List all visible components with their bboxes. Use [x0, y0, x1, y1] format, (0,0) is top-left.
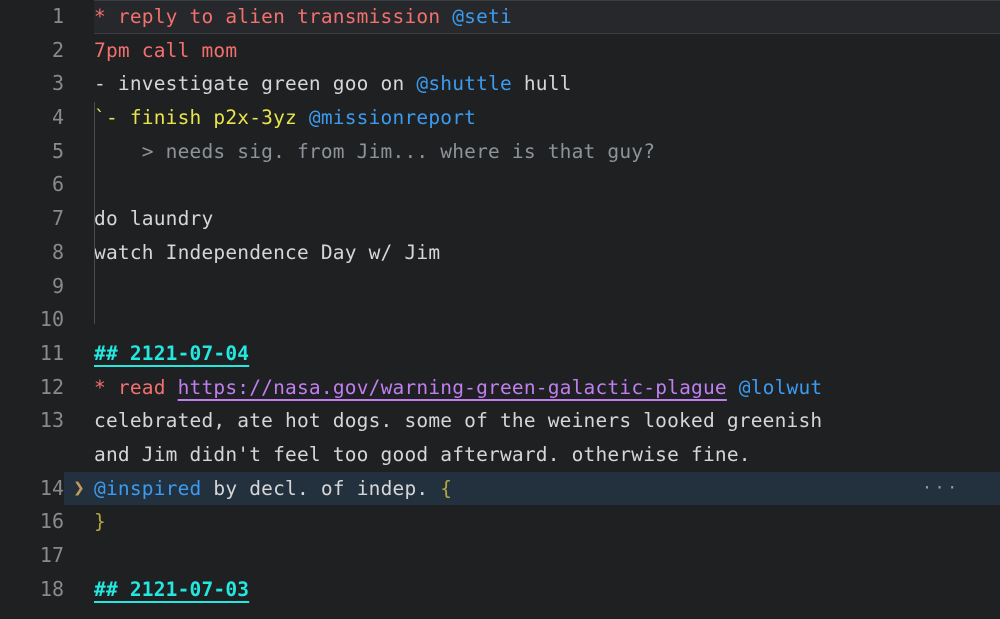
code-token: ## 2121-07-03	[94, 577, 250, 601]
line-number: 2	[51, 37, 64, 62]
editor-line-row[interactable]: 9	[0, 270, 1000, 304]
line-content[interactable]	[94, 270, 1000, 304]
line-number: 13	[39, 408, 64, 433]
line-number: 12	[39, 374, 64, 399]
code-token: {	[440, 476, 453, 500]
line-number: 17	[39, 543, 64, 567]
line-content[interactable]	[94, 303, 1000, 337]
editor-line-row[interactable]: 6	[0, 168, 1000, 202]
line-number: 10	[39, 307, 64, 332]
code-token: * read	[94, 375, 178, 399]
folded-code-ellipsis[interactable]: ···	[922, 472, 960, 506]
editor-line-row[interactable]: 2 7pm call mom	[0, 34, 1000, 68]
editor-line-row[interactable]: 14 ❯ @inspired by decl. of indep. { ···	[0, 471, 1000, 506]
line-number: 5	[51, 138, 64, 163]
editor-line-row[interactable]: 13 celebrated, ate hot dogs. some of the …	[0, 404, 1000, 438]
line-number: 4	[51, 105, 64, 130]
line-content[interactable]: ## 2121-07-04	[94, 337, 1000, 371]
code-token: by decl. of indep.	[201, 476, 441, 500]
line-content[interactable]	[94, 539, 1000, 573]
line-content[interactable]: }	[94, 505, 1000, 539]
code-token: * reply to alien transmission	[94, 5, 453, 28]
line-number: 7	[51, 206, 64, 231]
line-content[interactable]: do laundry	[94, 202, 1000, 236]
code-token: https://nasa.gov/warning-green-galactic-…	[177, 375, 727, 399]
line-number: 1	[51, 4, 64, 28]
line-content[interactable]: and Jim didn't feel too good afterward. …	[94, 438, 1000, 472]
editor-line-row[interactable]: 3 - investigate green goo on @shuttle hul…	[0, 67, 1000, 101]
editor-line-row[interactable]: 12 * read https://nasa.gov/warning-green-…	[0, 371, 1000, 405]
code-token: @seti	[452, 5, 512, 28]
code-token: watch Independence Day w/ Jim	[94, 240, 441, 264]
line-number: 14	[0, 471, 64, 506]
line-content[interactable]: ## 2121-07-03	[94, 573, 1000, 607]
code-token: hull	[511, 72, 572, 96]
code-token: @inspired	[94, 476, 202, 500]
editor-wrapped-row[interactable]: and Jim didn't feel too good afterward. …	[0, 438, 1000, 472]
line-content[interactable]: > needs sig. from Jim... where is that g…	[94, 135, 1000, 169]
line-content[interactable]: celebrated, ate hot dogs. some of the we…	[94, 404, 1000, 438]
chevron-right-icon[interactable]: ❯	[64, 472, 94, 506]
code-token: do laundry	[94, 207, 214, 231]
code-token: and Jim didn't feel too good afterward. …	[94, 442, 751, 466]
editor-line-row[interactable]: 10	[0, 303, 1000, 337]
line-content[interactable]: watch Independence Day w/ Jim	[94, 236, 1000, 270]
code-token: }	[94, 510, 106, 534]
line-number: 9	[51, 273, 64, 298]
line-number: 6	[51, 172, 64, 197]
code-editor[interactable]: 1 * reply to alien transmission @seti 2 7pm…	[0, 0, 1000, 619]
editor-line-row[interactable]: 1 * reply to alien transmission @seti	[0, 0, 1000, 34]
editor-line-row[interactable]: 17	[0, 539, 1000, 573]
line-content[interactable]	[94, 168, 1000, 202]
editor-line-row[interactable]: 16}	[0, 505, 1000, 539]
line-content[interactable]: 7pm call mom	[94, 34, 1000, 68]
line-content[interactable]: * read https://nasa.gov/warning-green-ga…	[94, 371, 1000, 405]
code-token: ## 2121-07-04	[94, 341, 250, 365]
editor-line-row[interactable]: 4 `- finish p2x-3yz @missionreport	[0, 101, 1000, 135]
code-token: `- finish p2x-3yz	[94, 106, 309, 130]
editor-line-row[interactable]: 7 do laundry	[0, 202, 1000, 236]
code-token: @missionreport	[308, 106, 477, 130]
code-token: - investigate green goo on	[94, 72, 417, 96]
code-token: @lolwut	[738, 375, 823, 399]
line-number: 8	[51, 239, 64, 264]
editor-rows: 1 * reply to alien transmission @seti 2 7pm…	[0, 0, 1000, 606]
code-token: > needs sig. from Jim... where is that g…	[94, 139, 656, 163]
code-token: @shuttle	[416, 72, 512, 96]
line-number: 11	[39, 340, 64, 365]
line-content[interactable]: @inspired by decl. of indep. { ···	[94, 472, 1000, 506]
line-content[interactable]: - investigate green goo on @shuttle hull	[94, 67, 1000, 101]
line-number: 3	[51, 71, 64, 96]
code-token: 7pm call mom	[94, 38, 238, 62]
editor-line-row[interactable]: 5 > needs sig. from Jim... where is that…	[0, 135, 1000, 169]
line-number: 16	[39, 509, 64, 534]
editor-line-row[interactable]: 18 ## 2121-07-03	[0, 573, 1000, 607]
line-number: 18	[39, 576, 64, 601]
editor-line-row[interactable]: 8 watch Independence Day w/ Jim	[0, 236, 1000, 270]
line-content[interactable]: `- finish p2x-3yz @missionreport	[94, 101, 1000, 135]
editor-line-row[interactable]: 11 ## 2121-07-04	[0, 337, 1000, 371]
line-content[interactable]: * reply to alien transmission @seti	[94, 0, 1000, 34]
code-token: celebrated, ate hot dogs. some of the we…	[94, 409, 823, 433]
